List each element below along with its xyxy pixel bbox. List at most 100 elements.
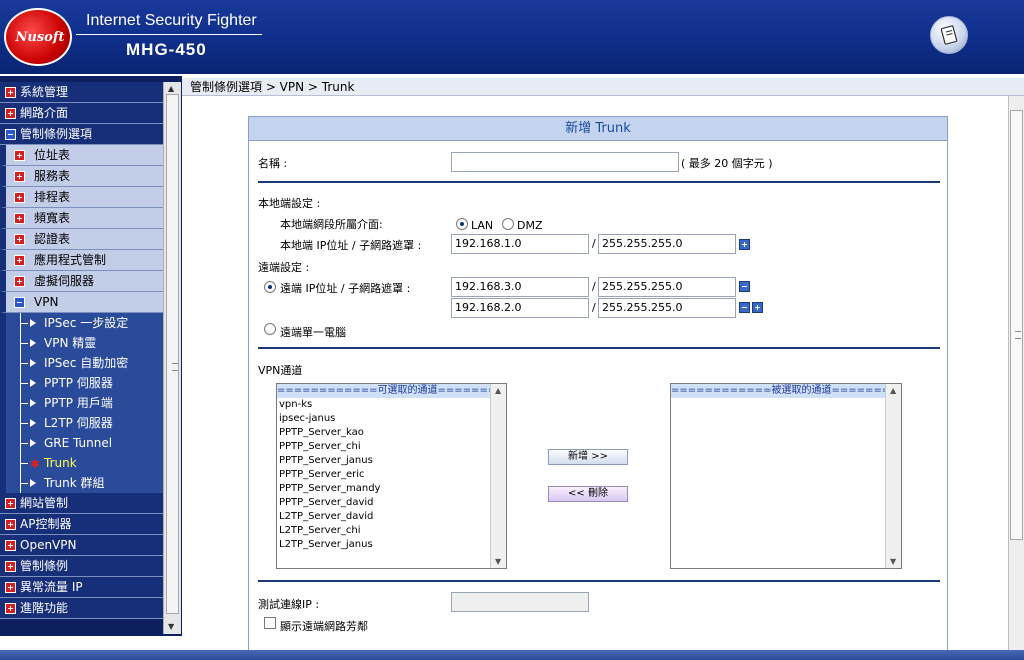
- expand-icon[interactable]: [5, 498, 16, 509]
- name-input[interactable]: [451, 152, 679, 172]
- expand-icon[interactable]: [14, 192, 25, 203]
- add-local-subnet-icon[interactable]: [739, 239, 750, 250]
- sidebar-item[interactable]: 網路介面: [0, 103, 163, 124]
- breadcrumb: 管制條例選項 > VPN > Trunk: [182, 78, 1024, 96]
- divider: [258, 347, 940, 349]
- sidebar-item-label: 應用程式管制: [34, 253, 107, 267]
- list-scrollbar[interactable]: ▲ ▼: [490, 384, 506, 568]
- sidebar-item-label: 位址表: [34, 148, 71, 162]
- local-ip-input[interactable]: 192.168.1.0: [451, 234, 589, 254]
- sidebar-item[interactable]: L2TP 伺服器: [0, 413, 163, 433]
- sidebar-item[interactable]: GRE Tunnel: [0, 433, 163, 453]
- sidebar-item[interactable]: 位址表: [0, 145, 163, 166]
- sidebar-item[interactable]: IPSec 一步設定: [0, 313, 163, 333]
- list-item[interactable]: PPTP_Server_janus: [277, 454, 506, 468]
- add-tunnel-button[interactable]: 新增 >>: [548, 449, 628, 465]
- test-ip-input[interactable]: [451, 592, 589, 612]
- sidebar-item[interactable]: 系統管理: [0, 82, 163, 103]
- show-remote-checkbox[interactable]: [264, 617, 276, 629]
- lan-radio[interactable]: [456, 218, 468, 230]
- expand-icon[interactable]: [14, 150, 25, 161]
- slash: /: [592, 237, 596, 250]
- dmz-radio[interactable]: [502, 218, 514, 230]
- arrow-right-icon: [30, 359, 36, 367]
- expand-icon[interactable]: [5, 519, 16, 530]
- sidebar-item[interactable]: OpenVPN: [0, 535, 163, 556]
- expand-icon[interactable]: [5, 108, 16, 119]
- remote-ip-input[interactable]: 192.168.2.0: [451, 298, 589, 318]
- list-item[interactable]: vpn-ks: [277, 398, 506, 412]
- expand-icon[interactable]: [14, 255, 25, 266]
- local-mask-input[interactable]: 255.255.255.0: [598, 234, 736, 254]
- sidebar-item[interactable]: 應用程式管制: [0, 250, 163, 271]
- remote-mask-input[interactable]: 255.255.255.0: [598, 277, 736, 297]
- sidebar-scrollbar[interactable]: ▲ ▼: [163, 82, 181, 634]
- sidebar-item-label: PPTP 伺服器: [44, 376, 113, 390]
- remove-tunnel-button[interactable]: << 刪除: [548, 486, 628, 502]
- remote-subnet-radio[interactable]: [264, 281, 276, 293]
- expand-icon[interactable]: [5, 87, 16, 98]
- collapse-icon[interactable]: [5, 129, 16, 140]
- note-pad-icon[interactable]: [930, 16, 968, 54]
- list-item[interactable]: L2TP_Server_david: [277, 510, 506, 524]
- tree-branch: [20, 423, 28, 424]
- sidebar-item[interactable]: ✱ Trunk: [0, 453, 163, 473]
- local-section-label: 本地端設定 :: [258, 197, 321, 210]
- add-remote-subnet-icon[interactable]: [752, 302, 763, 313]
- sidebar-item[interactable]: 虛擬伺服器: [0, 271, 163, 292]
- sidebar-item[interactable]: 管制條例選項: [0, 124, 163, 145]
- list-item[interactable]: PPTP_Server_david: [277, 496, 506, 510]
- remote-mask-input[interactable]: 255.255.255.0: [598, 298, 736, 318]
- available-list-header[interactable]: ============可選取的通道============: [277, 384, 506, 398]
- expand-icon[interactable]: [14, 234, 25, 245]
- expand-icon[interactable]: [14, 171, 25, 182]
- sidebar-item-label: VPN: [34, 295, 59, 309]
- remove-remote-subnet-icon[interactable]: [739, 302, 750, 313]
- expand-icon[interactable]: [5, 603, 16, 614]
- list-item[interactable]: L2TP_Server_chi: [277, 524, 506, 538]
- list-item[interactable]: PPTP_Server_eric: [277, 468, 506, 482]
- divider: [258, 580, 940, 582]
- list-item[interactable]: PPTP_Server_kao: [277, 426, 506, 440]
- list-item[interactable]: ipsec-janus: [277, 412, 506, 426]
- sidebar-item[interactable]: AP控制器: [0, 514, 163, 535]
- list-scrollbar[interactable]: ▲ ▼: [885, 384, 901, 568]
- list-item[interactable]: PPTP_Server_mandy: [277, 482, 506, 496]
- sidebar-item-label: 管制條例選項: [20, 127, 93, 141]
- sidebar-item[interactable]: 網站管制: [0, 493, 163, 514]
- expand-icon[interactable]: [5, 582, 16, 593]
- sidebar-item[interactable]: PPTP 用戶端: [0, 393, 163, 413]
- list-item[interactable]: L2TP_Server_janus: [277, 538, 506, 552]
- sidebar-item[interactable]: VPN 精靈: [0, 333, 163, 353]
- expand-icon[interactable]: [14, 213, 25, 224]
- sidebar-item[interactable]: PPTP 伺服器: [0, 373, 163, 393]
- arrow-right-icon: [30, 479, 36, 487]
- expand-icon[interactable]: [5, 540, 16, 551]
- sidebar-item-label: 網站管制: [20, 496, 69, 510]
- sidebar-item[interactable]: 排程表: [0, 187, 163, 208]
- sidebar-item-label: Trunk 群組: [44, 476, 105, 490]
- sidebar-item[interactable]: 進階功能: [0, 598, 163, 619]
- slash: /: [592, 301, 596, 314]
- sidebar-item[interactable]: 頻寬表: [0, 208, 163, 229]
- sidebar-item[interactable]: VPN: [0, 292, 163, 313]
- main-scrollbar[interactable]: [1008, 96, 1024, 656]
- remote-ip-input[interactable]: 192.168.3.0: [451, 277, 589, 297]
- sidebar-item[interactable]: 服務表: [0, 166, 163, 187]
- list-item[interactable]: PPTP_Server_chi: [277, 440, 506, 454]
- sidebar-item[interactable]: IPSec 自動加密: [0, 353, 163, 373]
- sidebar-item[interactable]: 認證表: [0, 229, 163, 250]
- available-tunnels-list[interactable]: ============可選取的通道============ vpn-ksips…: [276, 383, 507, 569]
- sidebar-item[interactable]: 管制條例: [0, 556, 163, 577]
- expand-icon[interactable]: [5, 561, 16, 572]
- model-name: MHG-450: [126, 40, 207, 59]
- sidebar-item[interactable]: Trunk 群組: [0, 473, 163, 493]
- selected-tunnels-list[interactable]: ============被選取的通道============ ▲▼: [670, 383, 902, 569]
- remote-single-radio[interactable]: [264, 323, 276, 335]
- selected-list-header[interactable]: ============被選取的通道============: [671, 384, 901, 398]
- trunk-form: 新增 Trunk 名稱 : ( 最多 20 個字元 ) 本地端設定 : 本地端網…: [248, 116, 948, 656]
- expand-icon[interactable]: [14, 276, 25, 287]
- sidebar-item[interactable]: 異常流量 IP: [0, 577, 163, 598]
- remove-remote-subnet-icon[interactable]: [739, 281, 750, 292]
- collapse-icon[interactable]: [14, 297, 25, 308]
